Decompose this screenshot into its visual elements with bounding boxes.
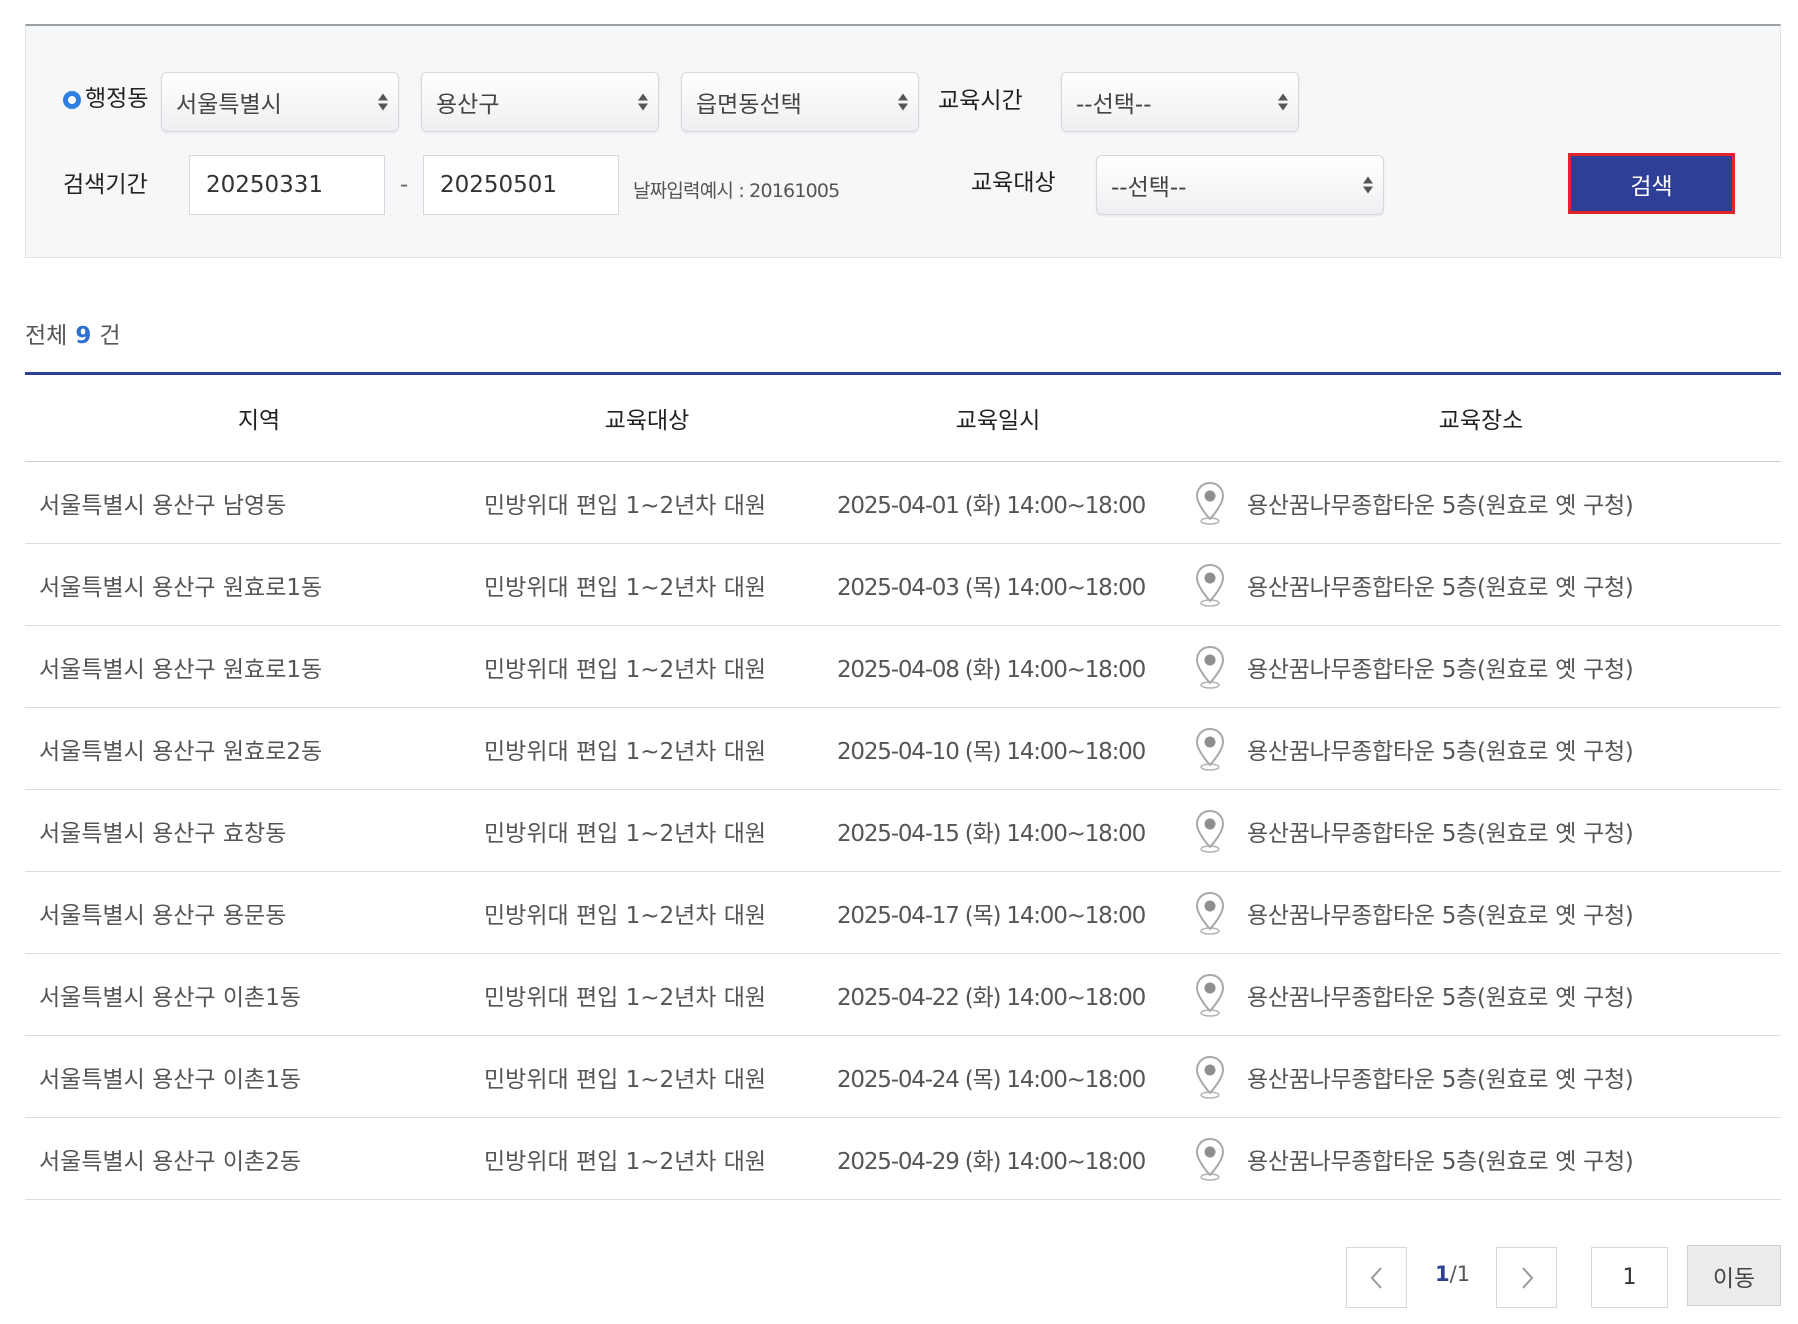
time-label: 교육시간 xyxy=(938,88,1023,114)
district-select[interactable]: 용산구 xyxy=(421,72,659,132)
row-location: 용산꿈나무종합타운 5층(원효로 옛 구청) xyxy=(1247,820,1634,847)
table-body: 서울특별시 용산구 남영동 민방위대 편입 1~2년차 대원 2025-04-01 … xyxy=(25,462,1781,1200)
date-hint: 날짜입력예시 : 20161005 xyxy=(633,180,840,202)
period-label: 검색기간 xyxy=(63,172,148,198)
updown-arrow-icon xyxy=(378,93,388,111)
row-datetime: 2025-04-22 (화) 14:00~18:00 xyxy=(837,984,1146,1011)
map-pin-icon xyxy=(1195,1055,1225,1099)
chevron-right-icon xyxy=(1521,1266,1533,1289)
header-datetime: 교육일시 xyxy=(955,408,1041,434)
row-datetime: 2025-04-08 (화) 14:00~18:00 xyxy=(837,656,1146,683)
map-pin-icon xyxy=(1195,1137,1225,1181)
table-row: 서울특별시 용산구 이촌1동 민방위대 편입 1~2년차 대원 2025-04-24… xyxy=(25,1036,1781,1118)
table-row: 서울특별시 용산구 용문동 민방위대 편입 1~2년차 대원 2025-04-17 … xyxy=(25,872,1781,954)
table-row: 서울특별시 용산구 이촌1동 민방위대 편입 1~2년차 대원 2025-04-22… xyxy=(25,954,1781,1036)
radio-selected-icon[interactable] xyxy=(63,90,81,109)
row-location: 용산꿈나무종합타운 5층(원효로 옛 구청) xyxy=(1247,738,1634,765)
city-select[interactable]: 서울특별시 xyxy=(161,72,399,132)
updown-arrow-icon xyxy=(1363,176,1373,194)
total-count-value: 9 xyxy=(75,323,92,349)
total-count: 전체 9 건 xyxy=(25,323,121,349)
page-number-input[interactable]: 1 xyxy=(1591,1247,1668,1308)
row-region: 서울특별시 용산구 이촌2동 xyxy=(39,1148,302,1175)
row-location: 용산꿈나무종합타운 5층(원효로 옛 구청) xyxy=(1247,984,1634,1011)
row-datetime: 2025-04-24 (목) 14:00~18:00 xyxy=(837,1066,1146,1093)
map-pin-icon xyxy=(1195,727,1225,771)
row-location: 용산꿈나무종합타운 5층(원효로 옛 구청) xyxy=(1247,1066,1634,1093)
prev-page-button[interactable] xyxy=(1346,1247,1407,1308)
map-pin-icon xyxy=(1195,645,1225,689)
schedule-table: 지역 교육대상 교육일시 교육장소 서울특별시 용산구 남영동민방위대 편입 1… xyxy=(25,372,1781,1200)
updown-arrow-icon xyxy=(1278,93,1288,111)
map-pin-icon xyxy=(1195,891,1225,935)
row-location: 용산꿈나무종합타운 5층(원효로 옛 구청) xyxy=(1247,1148,1634,1175)
updown-arrow-icon xyxy=(638,93,648,111)
time-select[interactable]: --선택-- xyxy=(1061,72,1299,132)
search-panel: 행정동 서울특별시 용산구 읍면동선택 교육시간 --선택-- 검색기간 202… xyxy=(25,24,1781,258)
table-row: 서울특별시 용산구 원효로1동 민방위대 편입 1~2년차 대원 2025-04-0… xyxy=(25,544,1781,626)
table-row: 서울특별시 용산구 남영동 민방위대 편입 1~2년차 대원 2025-04-01 … xyxy=(25,462,1781,544)
row-region: 서울특별시 용산구 원효로2동 xyxy=(39,738,323,765)
table-row: 서울특별시 용산구 원효로2동 민방위대 편입 1~2년차 대원 2025-04-1… xyxy=(25,708,1781,790)
row-location: 용산꿈나무종합타운 5층(원효로 옛 구청) xyxy=(1247,574,1634,601)
table-header: 지역 교육대상 교육일시 교육장소 xyxy=(25,375,1781,462)
page-indicator: 1/1 xyxy=(1435,1262,1471,1286)
target-select[interactable]: --선택-- xyxy=(1096,155,1384,215)
row-region: 서울특별시 용산구 원효로1동 xyxy=(39,656,323,683)
map-pin-icon xyxy=(1195,481,1225,525)
row-location: 용산꿈나무종합타운 5층(원효로 옛 구청) xyxy=(1247,902,1634,929)
next-page-button[interactable] xyxy=(1496,1247,1557,1308)
region-radio-group[interactable]: 행정동 xyxy=(63,88,148,111)
row-target: 민방위대 편입 1~2년차 대원 xyxy=(484,656,767,683)
row-datetime: 2025-04-03 (목) 14:00~18:00 xyxy=(837,574,1146,601)
row-target: 민방위대 편입 1~2년차 대원 xyxy=(484,574,767,601)
search-button[interactable]: 검색 xyxy=(1568,153,1735,214)
updown-arrow-icon xyxy=(898,93,908,111)
row-target: 민방위대 편입 1~2년차 대원 xyxy=(484,820,767,847)
row-datetime: 2025-04-01 (화) 14:00~18:00 xyxy=(837,492,1146,519)
start-date-input[interactable]: 20250331 xyxy=(189,155,385,215)
row-datetime: 2025-04-10 (목) 14:00~18:00 xyxy=(837,738,1146,765)
row-target: 민방위대 편입 1~2년차 대원 xyxy=(484,902,767,929)
row-region: 서울특별시 용산구 이촌1동 xyxy=(39,984,302,1011)
map-pin-icon xyxy=(1195,809,1225,853)
row-datetime: 2025-04-29 (화) 14:00~18:00 xyxy=(837,1148,1146,1175)
table-row: 서울특별시 용산구 효창동 민방위대 편입 1~2년차 대원 2025-04-15 … xyxy=(25,790,1781,872)
row-region: 서울특별시 용산구 효창동 xyxy=(39,820,287,847)
row-region: 서울특별시 용산구 원효로1동 xyxy=(39,574,323,601)
end-date-input[interactable]: 20250501 xyxy=(423,155,619,215)
region-label: 행정동 xyxy=(85,86,149,112)
row-target: 민방위대 편입 1~2년차 대원 xyxy=(484,1066,767,1093)
row-datetime: 2025-04-15 (화) 14:00~18:00 xyxy=(837,820,1146,847)
go-button[interactable]: 이동 xyxy=(1687,1245,1781,1306)
row-target: 민방위대 편입 1~2년차 대원 xyxy=(484,984,767,1011)
row-region: 서울특별시 용산구 이촌1동 xyxy=(39,1066,302,1093)
row-target: 민방위대 편입 1~2년차 대원 xyxy=(484,738,767,765)
map-pin-icon xyxy=(1195,973,1225,1017)
row-datetime: 2025-04-17 (목) 14:00~18:00 xyxy=(837,902,1146,929)
header-location: 교육장소 xyxy=(1438,408,1524,434)
table-row: 서울특별시 용산구 원효로1동 민방위대 편입 1~2년차 대원 2025-04-0… xyxy=(25,626,1781,708)
map-pin-icon xyxy=(1195,563,1225,607)
header-region: 지역 xyxy=(237,408,281,434)
row-target: 민방위대 편입 1~2년차 대원 xyxy=(484,1148,767,1175)
date-separator: - xyxy=(400,172,409,198)
row-target: 민방위대 편입 1~2년차 대원 xyxy=(484,492,767,519)
header-target: 교육대상 xyxy=(604,408,690,434)
dong-select[interactable]: 읍면동선택 xyxy=(681,72,919,132)
target-label: 교육대상 xyxy=(971,170,1056,196)
row-region: 서울특별시 용산구 남영동 xyxy=(39,492,287,519)
row-location: 용산꿈나무종합타운 5층(원효로 옛 구청) xyxy=(1247,656,1634,683)
row-location: 용산꿈나무종합타운 5층(원효로 옛 구청) xyxy=(1247,492,1634,519)
table-row: 서울특별시 용산구 이촌2동 민방위대 편입 1~2년차 대원 2025-04-29… xyxy=(25,1118,1781,1200)
chevron-left-icon xyxy=(1370,1266,1382,1289)
row-region: 서울특별시 용산구 용문동 xyxy=(39,902,287,929)
